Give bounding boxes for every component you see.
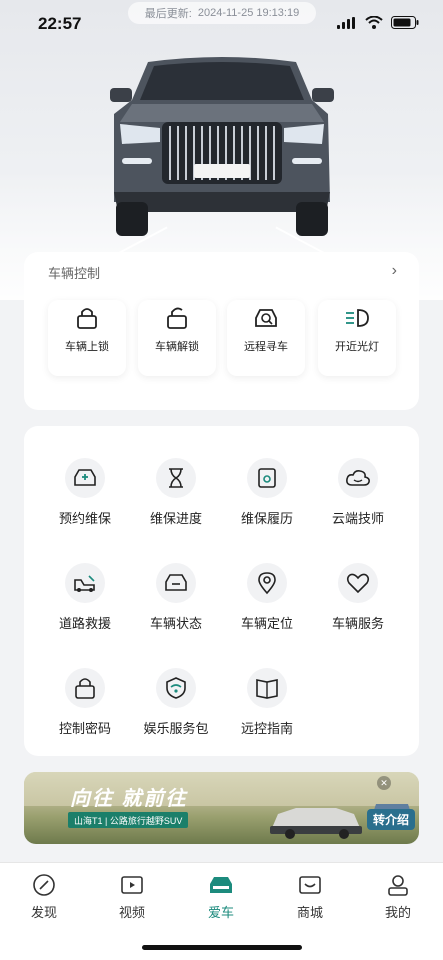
heart-icon — [338, 563, 378, 603]
compass-icon — [33, 874, 55, 896]
tab-profile[interactable]: 我的 — [368, 873, 428, 921]
find-car-label: 远程寻车 — [244, 341, 288, 353]
last-update-pill: 最后更新: 2024-11-25 19:13:19 — [128, 2, 316, 24]
service-label: 娱乐服务包 — [143, 721, 209, 736]
home-indicator — [142, 945, 302, 950]
banner-car-image — [270, 808, 362, 839]
tab-label: 商城 — [296, 905, 323, 920]
battery-icon — [391, 16, 419, 29]
service-vehicle-service[interactable]: 车辆服务 — [318, 563, 398, 643]
lock-car-label: 车辆上锁 — [65, 341, 109, 353]
service-maintenance-history[interactable]: 维保履历 — [227, 458, 307, 538]
banner-subtitle: 山海T1 | 公路旅行越野SUV — [68, 812, 189, 828]
banner-slogan: 向往 就前往 — [70, 788, 188, 810]
service-label: 道路救援 — [58, 616, 111, 631]
low-beam-label: 开近光灯 — [335, 341, 379, 353]
tab-label: 我的 — [384, 905, 411, 920]
unlock-icon — [167, 307, 187, 329]
close-icon[interactable]: ✕ — [377, 776, 391, 790]
status-time: 22:57 — [38, 14, 82, 33]
service-remote-guide[interactable]: 远控指南 — [227, 668, 307, 748]
promo-banner[interactable]: 向往 就前往 山海T1 | 公路旅行越野SUV ✕ 转介绍 — [24, 772, 419, 844]
status-icons — [337, 16, 419, 29]
car-icon — [210, 877, 232, 893]
service-label: 车辆状态 — [149, 616, 202, 631]
car-front-image — [110, 57, 334, 236]
history-icon — [247, 458, 287, 498]
find-car-button[interactable]: 远程寻车 — [227, 300, 305, 376]
referral-button[interactable]: 转介绍 — [366, 809, 415, 830]
chevron-right-icon[interactable]: › — [392, 262, 397, 280]
unlock-car-label: 车辆解锁 — [155, 341, 199, 353]
video-icon — [121, 876, 143, 894]
service-vehicle-status[interactable]: 车辆状态 — [136, 563, 216, 643]
service-label: 维保履历 — [240, 511, 293, 526]
service-label: 车辆定位 — [240, 616, 293, 631]
service-label: 远控指南 — [240, 721, 293, 736]
service-roadside-assistance[interactable]: 道路救援 — [45, 563, 125, 643]
service-vehicle-location[interactable]: 车辆定位 — [227, 563, 307, 643]
service-label: 云端技师 — [331, 511, 384, 526]
tab-my-car[interactable]: 爱车 — [191, 873, 251, 921]
hourglass-icon — [156, 458, 196, 498]
tab-label: 视频 — [118, 905, 145, 920]
tow-truck-icon — [65, 563, 105, 603]
service-control-password[interactable]: 控制密码 — [45, 668, 125, 748]
service-maintenance-progress[interactable]: 维保进度 — [136, 458, 216, 538]
car-status-icon — [156, 563, 196, 603]
service-maintenance-booking[interactable]: 预约维保 — [45, 458, 125, 538]
service-label: 车辆服务 — [331, 616, 384, 631]
service-label: 预约维保 — [58, 511, 111, 526]
last-update-label: 最后更新: — [144, 8, 192, 20]
profile-icon — [388, 875, 408, 896]
wifi-shield-icon — [156, 668, 196, 708]
find-car-icon — [255, 309, 277, 327]
low-beam-icon — [346, 309, 369, 327]
cloud-icon — [338, 458, 378, 498]
lock-car-button[interactable]: 车辆上锁 — [48, 300, 126, 376]
tab-label: 爱车 — [207, 905, 234, 920]
wifi-icon — [365, 16, 383, 29]
tab-video[interactable]: 视频 — [102, 873, 162, 921]
service-entertainment-package[interactable]: 娱乐服务包 — [136, 668, 216, 748]
unlock-car-button[interactable]: 车辆解锁 — [138, 300, 216, 376]
service-cloud-technician[interactable]: 云端技师 — [318, 458, 398, 538]
password-lock-icon — [65, 668, 105, 708]
tab-discover[interactable]: 发现 — [14, 873, 74, 921]
last-update-time: 2024-11-25 19:13:19 — [197, 7, 300, 19]
low-beam-button[interactable]: 开近光灯 — [318, 300, 396, 376]
lock-icon — [77, 308, 97, 329]
vehicle-control-title: 车辆控制 — [48, 266, 101, 281]
tab-mall[interactable]: 商城 — [280, 873, 340, 921]
service-label: 控制密码 — [58, 721, 111, 736]
book-icon — [247, 668, 287, 708]
mall-icon — [299, 876, 321, 894]
service-label: 维保进度 — [149, 511, 202, 526]
location-pin-icon — [247, 563, 287, 603]
maintenance-booking-icon — [65, 458, 105, 498]
signal-icon — [337, 16, 355, 29]
tab-label: 发现 — [30, 905, 57, 920]
